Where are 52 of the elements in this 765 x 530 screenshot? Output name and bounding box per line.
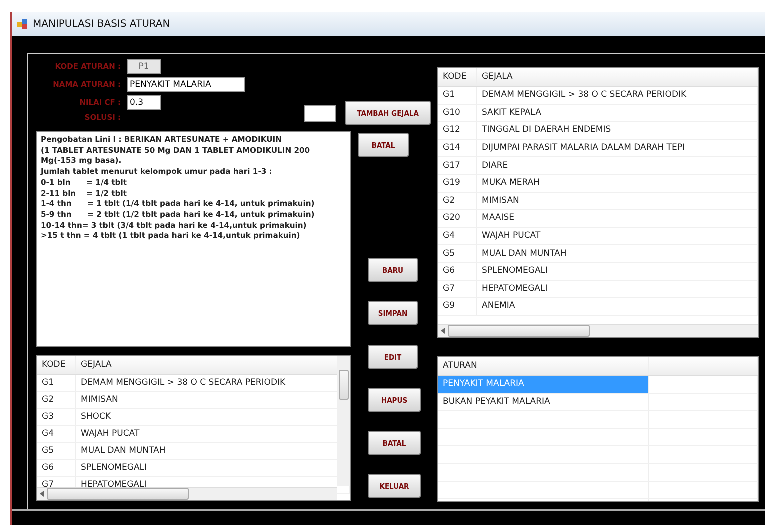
table-cell: SPLENOMEGALI	[477, 262, 758, 280]
table-cell: DIJUMPAI PARASIT MALARIA DALAM DARAH TEPI	[477, 140, 758, 156]
table-cell: DEMAM MENGGIGIL > 38 O C SECARA PERIODIK	[477, 87, 758, 104]
table-cell: G9	[438, 298, 477, 315]
table-cell: G14	[438, 140, 477, 156]
table-cell[interactable]: BUKAN PEYAKIT MALARIA	[438, 394, 649, 410]
column-header: GEJALA	[477, 68, 758, 86]
table-cell: TINGGAL DI DAERAH ENDEMIS	[477, 122, 758, 139]
table-cell: G3	[37, 409, 76, 425]
table-cell: G20	[438, 210, 477, 227]
table-cell: G5	[438, 245, 477, 262]
table-cell: G2	[438, 192, 477, 210]
table-cell: MUAL DAN MUNTAH	[477, 245, 758, 262]
scroll-thumb[interactable]	[338, 370, 348, 400]
table-cell: G17	[438, 157, 477, 174]
table-cell: MIMISAN	[477, 192, 758, 210]
horizontal-scrollbar[interactable]	[438, 324, 758, 337]
table-cell: MAAISE	[477, 210, 758, 227]
table-cell: ANEMIA	[477, 298, 758, 315]
table-cell: G12	[438, 122, 477, 139]
symptom-table[interactable]: KODE GEJALA G1 DEMAM MENGGIGIL > 38 O C SECARA PERIODIK G2 MIMISAN G3 SHOCK G4 WAJAH PUCAT G5 MUAL DAN MUNTAH G6 SPLENOMEGALI G7 HEPATOMEGALI	[36, 355, 351, 501]
horizontal-scrollbar[interactable]	[37, 487, 337, 500]
vertical-scrollbar[interactable]	[337, 356, 350, 486]
table-cell: G4	[438, 228, 477, 244]
input-field[interactable]: PENYAKIT MALARIA	[127, 77, 245, 92]
symptom-table[interactable]	[437, 67, 759, 338]
table-cell: G10	[438, 104, 477, 122]
table-cell: SAKIT KEPALA	[477, 104, 758, 122]
column-header: KODE	[37, 356, 76, 374]
app-icon	[17, 19, 28, 29]
table-cell: G19	[438, 174, 477, 192]
table-cell: G1	[37, 375, 76, 391]
column-header: KODE	[438, 68, 477, 86]
table-cell: G2	[37, 392, 76, 408]
table-cell: HEPATOMEGALI	[477, 280, 758, 298]
table-cell: G4	[37, 426, 76, 442]
scroll-thumb[interactable]	[47, 488, 189, 500]
column-header: ATURAN	[438, 357, 649, 375]
solution-text-area[interactable]	[36, 131, 351, 347]
table-cell: G6	[37, 460, 76, 476]
table-cell: MUKA MERAH	[477, 174, 758, 192]
table-cell: G5	[37, 443, 76, 459]
table-cell: DIARE	[477, 157, 758, 174]
table-cell: G7	[438, 280, 477, 298]
table-cell: WAJAH PUCAT	[477, 228, 758, 244]
input-field[interactable]: 0.3	[127, 95, 161, 110]
input-field[interactable]	[304, 105, 336, 122]
table-cell: G1	[438, 87, 477, 104]
table-cell: G6	[438, 262, 477, 280]
scroll-thumb[interactable]	[448, 325, 590, 337]
window-title: MANIPULASI BASIS ATURAN	[33, 18, 170, 30]
rules-table[interactable]: ATURAN PENYAKIT MALARIA BUKAN PEYAKIT MALARIA	[437, 356, 759, 502]
